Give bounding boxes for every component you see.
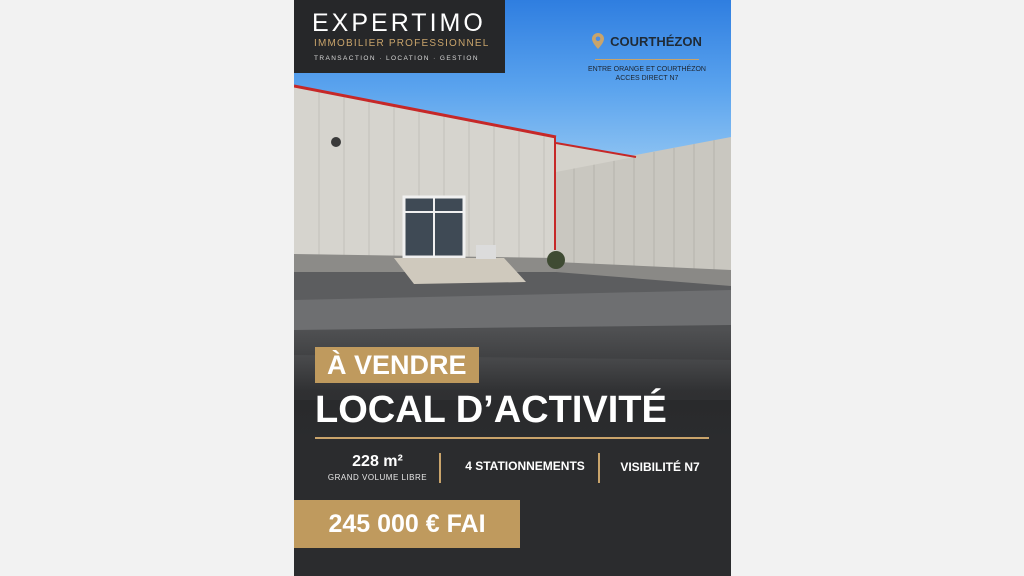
price-badge: 245 000 € FAI	[294, 500, 520, 548]
feature-visibility-value: VISIBILITÉ N7	[620, 460, 700, 474]
brand-name: EXPERTIMO	[312, 9, 486, 37]
feature-surface-value: 228 m²	[352, 453, 403, 470]
listing-poster: EXPERTIMO IMMOBILIER PROFESSIONNEL TRANS…	[294, 0, 731, 576]
feature-parking-value: 4 STATIONNEMENTS	[465, 459, 585, 473]
location-block: COURTHÉZON ENTRE ORANGE ET COURTHÉZON AC…	[577, 33, 717, 83]
feature-surface: 228 m² GRAND VOLUME LIBRE	[315, 453, 440, 482]
brand-services: TRANSACTION · LOCATION · GESTION	[314, 55, 479, 62]
location-city-row: COURTHÉZON	[592, 33, 702, 49]
brand-tagline: IMMOBILIER PROFESSIONNEL	[314, 38, 490, 49]
location-divider	[595, 59, 699, 60]
location-city: COURTHÉZON	[610, 33, 702, 49]
feature-visibility: VISIBILITÉ N7	[610, 460, 710, 474]
brand-logo: EXPERTIMO IMMOBILIER PROFESSIONNEL TRANS…	[294, 0, 505, 73]
title-underline	[315, 437, 709, 439]
listing-title: LOCAL D’ACTIVITÉ	[315, 389, 667, 431]
feature-parking: 4 STATIONNEMENTS	[452, 459, 598, 473]
location-desc-2: ACCES DIRECT N7	[615, 75, 679, 82]
feature-separator	[439, 453, 441, 483]
feature-separator	[598, 453, 600, 483]
map-pin-icon	[592, 33, 605, 49]
feature-surface-sub: GRAND VOLUME LIBRE	[327, 473, 428, 482]
loading-ramp	[394, 258, 526, 284]
sale-status-badge: À VENDRE	[315, 347, 479, 383]
location-desc-1: ENTRE ORANGE ET COURTHÉZON	[588, 66, 706, 73]
